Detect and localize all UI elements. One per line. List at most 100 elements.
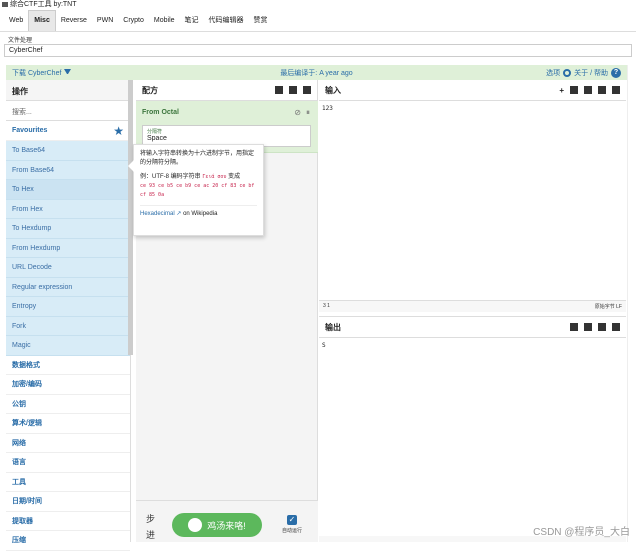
category-encryption[interactable]: 加密/编码 [6, 375, 130, 395]
cyberchef-banner: 下载 CyberChef 最后编译于: A year ago 选项 关于 / 帮… [6, 65, 627, 80]
layout-icon[interactable] [612, 85, 620, 94]
output-textarea[interactable]: S [319, 338, 626, 353]
copy-icon[interactable] [584, 323, 592, 331]
category-extractors[interactable]: 提取器 [6, 512, 130, 531]
clear-input-icon[interactable] [598, 85, 606, 94]
op-fork[interactable]: Fork [6, 316, 130, 336]
category-compression[interactable]: 压缩 [6, 531, 130, 551]
delimiter-label: 分隔符 [147, 129, 163, 135]
auto-bake-label: 自动运行 [281, 528, 302, 534]
menu-crypto[interactable]: Crypto [118, 10, 149, 32]
input-textarea[interactable]: 123 [319, 101, 626, 116]
options-link[interactable]: 选项 [546, 68, 560, 78]
add-tab-icon[interactable]: + [559, 86, 564, 95]
operation-tooltip: 将输入字符串转换为十六进制字节，用指定的分隔符分隔。 例：UTF-8 编码字符串… [133, 144, 264, 236]
category-data-format[interactable]: 数据格式 [6, 356, 130, 375]
save-output-icon[interactable] [570, 323, 578, 331]
op-regular-expression[interactable]: Regular expression [6, 277, 130, 297]
chef-icon [188, 518, 203, 532]
replace-input-icon[interactable] [598, 323, 606, 331]
operations-panel: 操作 搜索... Favourites ★ To Base64 From Bas… [6, 80, 131, 551]
op-to-base64[interactable]: To Base64 [6, 141, 130, 161]
output-pane: 输出 S [319, 316, 626, 542]
encoding-label[interactable]: 原始字节 [595, 304, 615, 310]
external-link-icon[interactable]: ↗ [176, 211, 181, 217]
save-icon[interactable] [275, 86, 283, 94]
auto-bake-toggle[interactable]: ✓ 自动运行 [276, 515, 308, 534]
input-title: 输入 [325, 85, 341, 95]
tooltip-example-word: Γειά σου [202, 174, 227, 180]
favourites-label: Favourites [12, 127, 48, 134]
recipe-title: 配方 [142, 85, 158, 95]
op-to-hex[interactable]: To Hex [6, 180, 130, 200]
op-magic[interactable]: Magic [6, 336, 130, 356]
menu-notes[interactable]: 笔记 [180, 10, 204, 32]
sub-tab-label[interactable]: 文件处理 [0, 32, 636, 44]
menu-web[interactable]: Web [4, 10, 28, 32]
op-url-decode[interactable]: URL Decode [6, 258, 130, 278]
tooltip-divider [140, 205, 257, 206]
category-datetime[interactable]: 日期/时间 [6, 492, 130, 512]
tooltip-on-wikipedia: on Wikipedia [183, 211, 218, 217]
tooltip-example-label: 例：UTF-8 编码字符串 [140, 174, 201, 180]
op-from-hex[interactable]: From Hex [6, 199, 130, 219]
recipe-operation-title: From Octal [142, 109, 179, 116]
maximize-icon[interactable] [612, 323, 620, 331]
checkbox-checked-icon[interactable]: ✓ [287, 515, 297, 525]
wikipedia-link[interactable]: Hexadecimal [140, 211, 175, 217]
input-lines: 1 [327, 303, 330, 309]
tooltip-example-bytes: ce 93 ce b5 ce b9 ce ac 20 cf 83 ce bf c… [140, 183, 255, 198]
recipe-bottom-bar: 步进 鸡汤来咯! ✓ 自动运行 [136, 500, 318, 542]
op-from-base64[interactable]: From Base64 [6, 160, 130, 180]
compiled-info: 最后编译于: A year ago [280, 69, 353, 77]
open-file-icon[interactable] [584, 85, 592, 94]
step-button[interactable]: 步进 [146, 511, 158, 543]
bake-label: 鸡汤来咯! [207, 520, 246, 531]
star-icon[interactable]: ★ [113, 124, 124, 138]
tooltip-description: 将输入字符串转换为十六进制字节，用指定的分隔符分隔。 [140, 151, 255, 166]
input-length: 3 [323, 303, 326, 309]
output-title: 输出 [325, 322, 341, 332]
operations-title: 操作 [6, 80, 130, 101]
menu-mobile[interactable]: Mobile [149, 10, 180, 32]
tooltip-becomes: 变成 [228, 174, 241, 180]
gear-icon[interactable] [563, 68, 572, 77]
folder-icon[interactable] [289, 86, 297, 94]
tooltip-arrow [128, 160, 134, 172]
menu-code-editor[interactable]: 代码编辑器 [204, 10, 249, 32]
eol-label[interactable]: LF [616, 304, 622, 310]
menu-reverse[interactable]: Reverse [56, 10, 92, 32]
menu-misc[interactable]: Misc [28, 10, 56, 31]
category-arithmetic[interactable]: 算术/逻辑 [6, 414, 130, 434]
category-language[interactable]: 语言 [6, 453, 130, 473]
op-to-hexdump[interactable]: To Hexdump [6, 219, 130, 239]
window-scrollbar[interactable] [627, 65, 636, 542]
download-link[interactable]: 下载 CyberChef [12, 68, 61, 78]
input-pane: 输入 + 123 [319, 80, 626, 312]
window-title: 综合CTF工具 by:TNT [10, 1, 77, 8]
menu-pwn[interactable]: PWN [92, 10, 118, 32]
app-icon [2, 2, 8, 7]
about-link[interactable]: 关于 / 帮助 [574, 68, 608, 78]
category-network[interactable]: 网络 [6, 434, 130, 453]
operations-search-input[interactable]: 搜索... [6, 101, 130, 121]
delimiter-value[interactable]: Space [143, 135, 310, 142]
menu-donate[interactable]: 赞赏 [249, 10, 273, 32]
category-public-key[interactable]: 公钥 [6, 395, 130, 414]
open-folder-icon[interactable] [570, 85, 578, 94]
input-status-bar: 3 1 原始字节 LF [319, 300, 626, 312]
trash-icon[interactable] [303, 86, 311, 94]
tool-name-field[interactable]: CyberChef [4, 44, 632, 57]
top-menu: Web Misc Reverse PWN Crypto Mobile 笔记 代码… [0, 10, 636, 32]
favourites-header[interactable]: Favourites ★ [6, 121, 130, 141]
disable-icon[interactable]: ⊘ [294, 108, 301, 118]
bake-button[interactable]: 鸡汤来咯! [172, 513, 262, 537]
op-from-hexdump[interactable]: From Hexdump [6, 238, 130, 258]
pause-icon[interactable]: ⏸ [306, 108, 310, 118]
category-utils[interactable]: 工具 [6, 473, 130, 492]
op-entropy[interactable]: Entropy [6, 297, 130, 317]
watermark: CSDN @程序员_大白 [533, 527, 630, 538]
download-icon[interactable] [64, 68, 72, 77]
window-titlebar: 综合CTF工具 by:TNT [0, 0, 636, 10]
help-icon[interactable]: ? [611, 67, 621, 78]
